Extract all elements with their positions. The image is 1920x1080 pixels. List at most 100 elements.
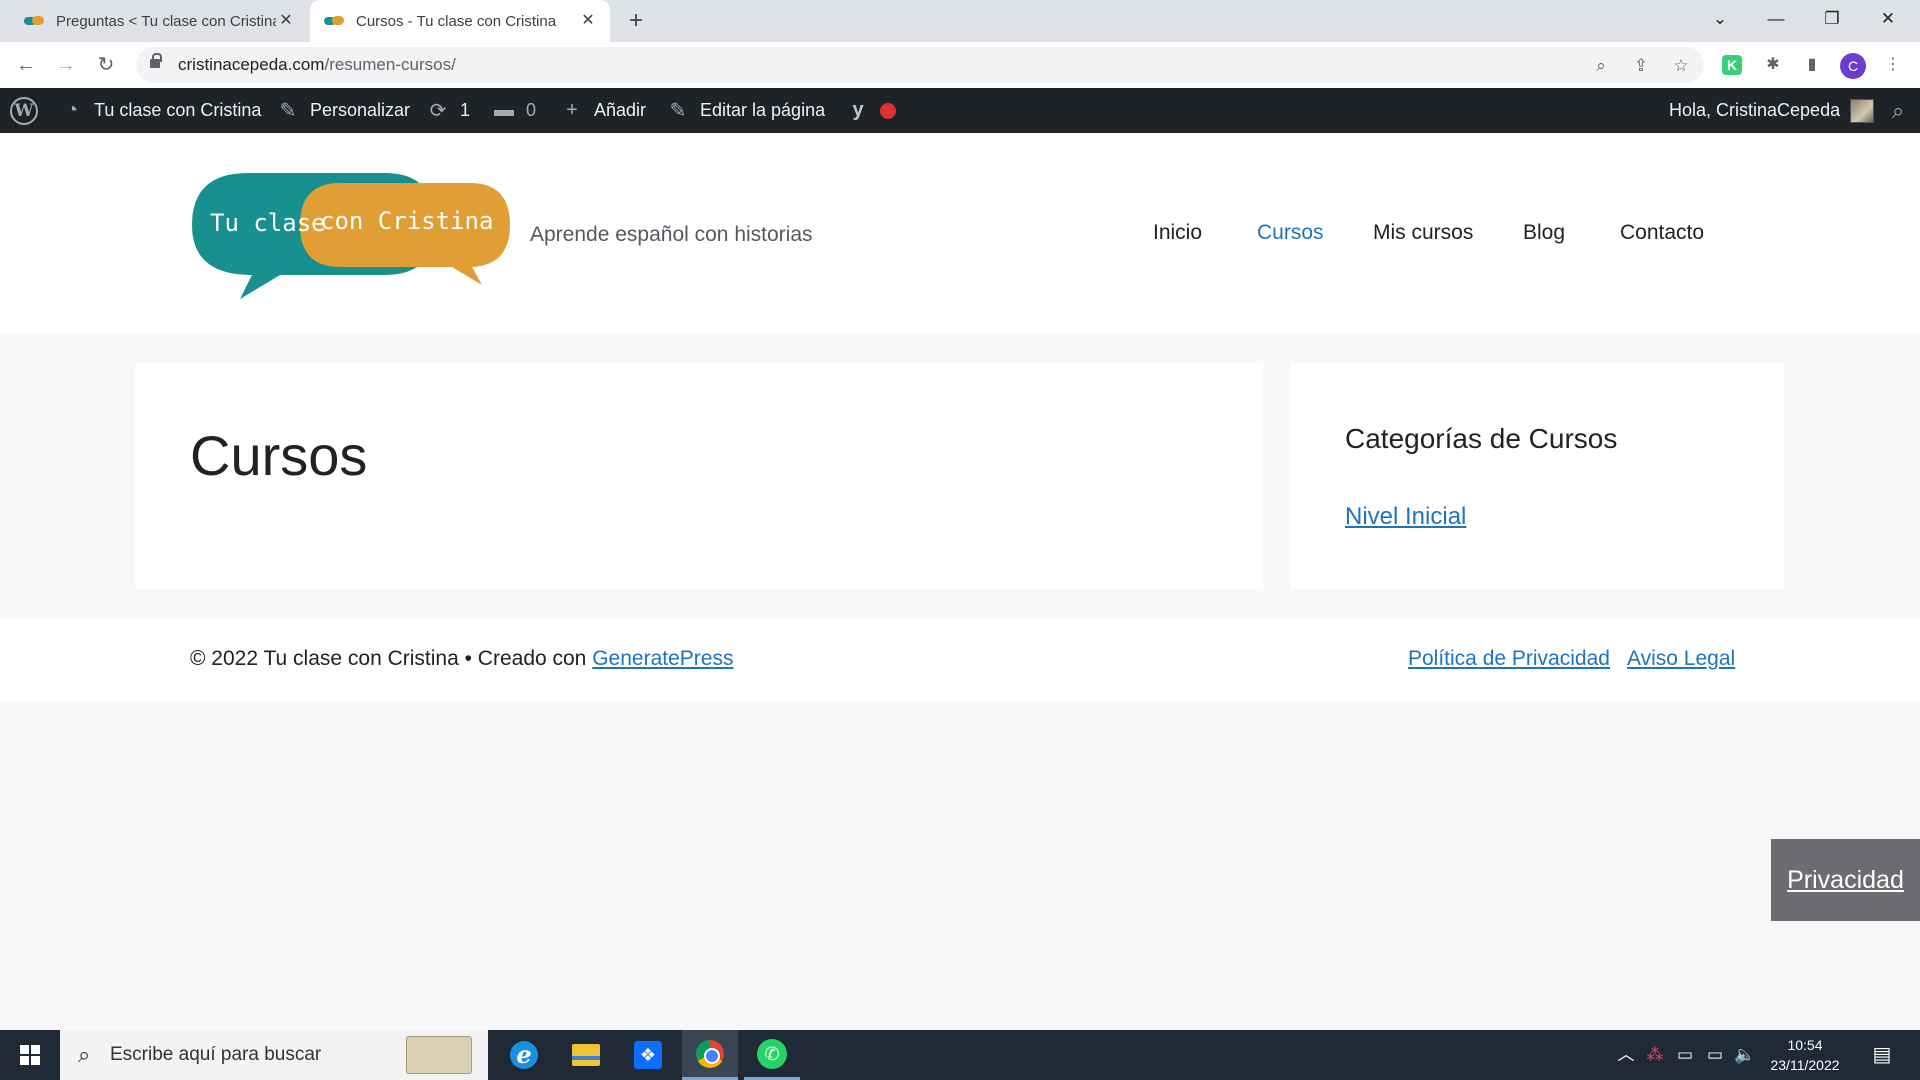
- updates-menu[interactable]: ⟳ 1: [426, 88, 470, 133]
- search-icon: ⌕: [78, 1042, 91, 1067]
- nav-inicio[interactable]: Inicio: [1153, 221, 1202, 245]
- address-bar[interactable]: cristinacepeda.com/resumen-cursos/ ⌕ ⇪ ☆: [136, 47, 1704, 83]
- site-header: Tu clase con Cristina Aprende español co…: [0, 133, 1920, 335]
- add-new-label: Añadir: [594, 100, 647, 120]
- tab-title: Cursos - Tu clase con Cristina: [356, 12, 557, 30]
- notifications-icon[interactable]: ▤: [1864, 1030, 1900, 1080]
- profile-avatar[interactable]: C: [1840, 53, 1866, 79]
- tray-app-icon[interactable]: ⁂: [1642, 1030, 1668, 1080]
- wp-admin-bar: W ◔ Tu clase con Cristina ✎ Personalizar…: [0, 88, 1920, 133]
- taskbar-file-explorer[interactable]: [558, 1030, 614, 1080]
- forward-icon[interactable]: →: [52, 51, 80, 79]
- pencil-icon: ✎: [669, 100, 687, 122]
- taskbar-whatsapp[interactable]: ✆: [744, 1030, 800, 1080]
- customize-menu[interactable]: ✎ Personalizar: [276, 88, 410, 133]
- extensions-puzzle-icon[interactable]: ✱: [1762, 54, 1784, 76]
- admin-search[interactable]: ⌕: [1886, 88, 1920, 133]
- side-panel-icon[interactable]: ▮: [1801, 54, 1823, 76]
- browser-tab-cursos[interactable]: Cursos - Tu clase con Cristina ✕: [310, 0, 610, 42]
- internet-explorer-icon: e: [510, 1041, 538, 1069]
- brush-icon: ✎: [279, 100, 297, 122]
- zoom-icon[interactable]: ⌕: [1590, 55, 1612, 77]
- updates-count: 1: [460, 100, 471, 120]
- tray-chevron-icon[interactable]: ︿: [1614, 1030, 1638, 1080]
- site-favicon-icon: [324, 16, 344, 26]
- k-extension-icon[interactable]: K: [1722, 55, 1742, 75]
- clock-date: 23/11/2022: [1770, 1057, 1840, 1073]
- search-placeholder: Escribe aquí para buscar: [110, 1044, 322, 1065]
- wordpress-logo-icon: W: [10, 96, 38, 125]
- logo-text-left: Tu clase: [210, 209, 326, 237]
- tab-search-dropdown-icon[interactable]: ⌄: [1692, 0, 1748, 38]
- tab-title: Preguntas < Tu clase con Cristina: [56, 12, 276, 30]
- customize-label: Personalizar: [310, 100, 411, 120]
- taskbar-chrome[interactable]: [682, 1030, 738, 1080]
- wp-logo-menu[interactable]: W: [10, 88, 38, 133]
- site-footer: © 2022 Tu clase con Cristina • Creado co…: [0, 617, 1920, 703]
- dashboard-icon: ◔: [65, 99, 79, 121]
- taskbar-search[interactable]: ⌕ Escribe aquí para buscar: [60, 1030, 488, 1080]
- site-name-menu[interactable]: ◔ Tu clase con Cristina: [60, 88, 261, 133]
- copyright-text: © 2022 Tu clase con Cristina • Creado co…: [190, 647, 734, 670]
- clock-time: 10:54: [1787, 1037, 1823, 1053]
- start-button[interactable]: [0, 1030, 60, 1080]
- network-icon[interactable]: ▭: [1702, 1030, 1728, 1080]
- battery-icon[interactable]: ▭: [1672, 1030, 1698, 1080]
- site-logo[interactable]: Tu clase con Cristina: [190, 163, 510, 303]
- lock-icon[interactable]: [150, 53, 162, 70]
- search-highlight-image: [406, 1036, 472, 1074]
- close-window-button[interactable]: ✕: [1860, 0, 1916, 38]
- windows-logo-icon: [20, 1045, 40, 1065]
- privacy-settings-button[interactable]: Privacidad: [1771, 839, 1920, 921]
- whatsapp-icon: ✆: [757, 1038, 787, 1069]
- minimize-button[interactable]: —: [1748, 0, 1804, 38]
- search-icon: ⌕: [1891, 97, 1905, 123]
- greeting-label: Hola, CristinaCepeda: [1669, 100, 1841, 120]
- windows-taskbar: ⌕ Escribe aquí para buscar e ❖ ✆ ︿ ⁂ ▭ ▭…: [0, 1030, 1920, 1080]
- nav-cursos[interactable]: Cursos: [1257, 221, 1324, 245]
- nav-mis-cursos[interactable]: Mis cursos: [1373, 221, 1473, 245]
- sidebar-widget: Categorías de Cursos Nivel Inicial: [1290, 363, 1784, 589]
- main-content: Cursos: [135, 363, 1263, 589]
- nav-contacto[interactable]: Contacto: [1620, 221, 1704, 245]
- taskbar-dropbox[interactable]: ❖: [620, 1030, 676, 1080]
- logo-text-right: con Cristina: [320, 207, 493, 235]
- new-tab-button[interactable]: +: [622, 8, 650, 36]
- close-tab-icon[interactable]: ✕: [276, 11, 296, 31]
- dropbox-icon: ❖: [634, 1041, 662, 1069]
- edit-page-menu[interactable]: ✎ Editar la página: [666, 88, 825, 133]
- yoast-menu[interactable]: y: [846, 88, 896, 133]
- restore-button[interactable]: ❐: [1804, 0, 1860, 38]
- generatepress-link[interactable]: GeneratePress: [592, 647, 733, 670]
- close-tab-icon[interactable]: ✕: [578, 11, 598, 31]
- edit-page-label: Editar la página: [700, 100, 826, 120]
- taskbar-clock[interactable]: 10:54 23/11/2022: [1760, 1035, 1850, 1075]
- updates-icon: ⟳: [429, 100, 447, 122]
- plus-icon: +: [566, 99, 578, 121]
- seo-status-dot: [880, 102, 896, 119]
- widget-title: Categorías de Cursos: [1345, 423, 1618, 454]
- bookmark-star-icon[interactable]: ☆: [1670, 55, 1692, 77]
- legal-notice-link[interactable]: Aviso Legal: [1627, 647, 1735, 671]
- browser-tab-strip: Preguntas < Tu clase con Cristina ✕ Curs…: [0, 0, 1920, 42]
- url-text[interactable]: cristinacepeda.com/resumen-cursos/: [178, 55, 456, 75]
- category-link-nivel-inicial[interactable]: Nivel Inicial: [1345, 503, 1466, 531]
- folder-icon: [572, 1044, 600, 1066]
- site-tagline: Aprende español con historias: [530, 223, 813, 246]
- nav-blog[interactable]: Blog: [1523, 221, 1565, 245]
- reload-icon[interactable]: ↻: [92, 51, 120, 79]
- chrome-menu-icon[interactable]: ⋮: [1882, 54, 1904, 76]
- share-icon[interactable]: ⇪: [1630, 55, 1652, 77]
- comments-menu[interactable]: ▬ 0: [492, 88, 536, 133]
- my-account-menu[interactable]: Hola, CristinaCepeda: [1669, 88, 1875, 133]
- site-name-label: Tu clase con Cristina: [94, 100, 262, 120]
- back-icon[interactable]: ←: [12, 51, 40, 79]
- volume-icon[interactable]: 🔈: [1732, 1030, 1758, 1080]
- taskbar-internet-explorer[interactable]: e: [496, 1030, 552, 1080]
- site-favicon-icon: [24, 16, 44, 26]
- yoast-icon: y: [852, 99, 864, 121]
- privacy-policy-link[interactable]: Política de Privacidad: [1408, 647, 1610, 671]
- browser-tab-preguntas[interactable]: Preguntas < Tu clase con Cristina ✕: [8, 0, 308, 42]
- add-new-menu[interactable]: + Añadir: [560, 88, 646, 133]
- chrome-icon: [696, 1039, 724, 1068]
